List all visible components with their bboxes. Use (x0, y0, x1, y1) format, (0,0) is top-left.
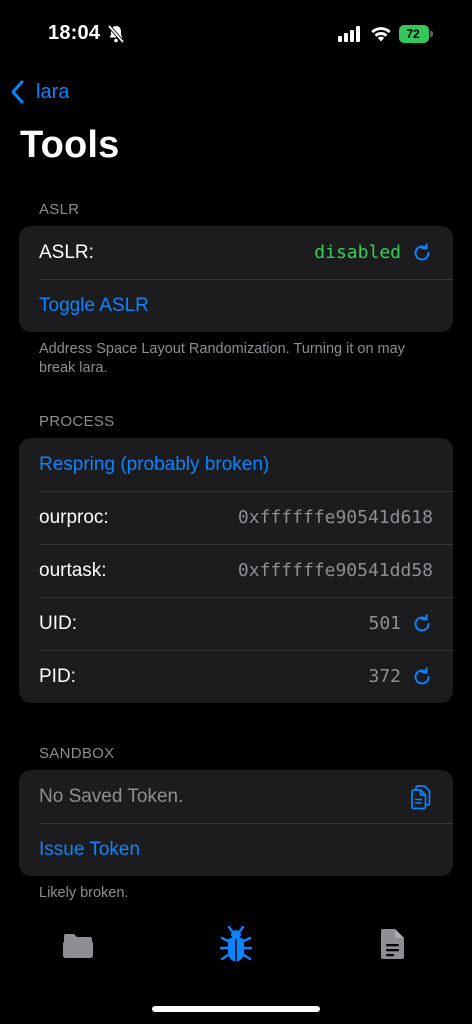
respring-button[interactable]: Respring (probably broken) (19, 438, 453, 491)
issue-token-button[interactable]: Issue Token (19, 823, 453, 876)
uid-value: 501 (368, 613, 401, 634)
page-title: Tools (20, 124, 120, 166)
status-time: 18:04 (48, 22, 101, 44)
bug-icon (219, 925, 253, 962)
tab-logs[interactable] (380, 928, 406, 965)
toggle-aslr-label: Toggle ASLR (39, 294, 149, 316)
sandbox-group: No Saved Token. Issue Token (19, 770, 453, 876)
process-group: Respring (probably broken) ourproc: 0xff… (19, 438, 453, 703)
folder-icon (63, 934, 93, 958)
section-header-sandbox: SANDBOX (39, 745, 115, 762)
ourtask-row: ourtask: 0xffffffe90541dd58 (19, 544, 453, 597)
back-button[interactable]: lara (10, 78, 69, 106)
wifi-icon (371, 27, 391, 42)
pid-value: 372 (368, 666, 401, 687)
section-header-aslr: ASLR (39, 201, 80, 218)
aslr-row: ASLR: disabled (19, 226, 453, 279)
respring-label: Respring (probably broken) (39, 453, 270, 475)
status-bar: 18:04 72 (0, 0, 472, 70)
refresh-icon[interactable] (411, 666, 433, 688)
ourproc-value: 0xffffffe90541d618 (237, 507, 433, 528)
aslr-label: ASLR: (39, 241, 94, 263)
battery-tip (430, 31, 433, 37)
aslr-value: disabled (314, 242, 401, 263)
aslr-footer: Address Space Layout Randomization. Turn… (39, 341, 405, 376)
token-status: No Saved Token. (39, 785, 184, 807)
ourproc-row: ourproc: 0xffffffe90541d618 (19, 491, 453, 544)
ourproc-label: ourproc: (39, 506, 109, 528)
token-row: No Saved Token. (19, 770, 453, 823)
cellular-signal-icon (338, 26, 360, 42)
toggle-aslr-button[interactable]: Toggle ASLR (19, 279, 453, 332)
pid-row: PID: 372 (19, 650, 453, 703)
copy-document-icon[interactable] (409, 784, 433, 810)
uid-row: UID: 501 (19, 597, 453, 650)
chevron-left-icon (11, 80, 24, 104)
tab-tools[interactable] (219, 925, 253, 969)
battery-level: 72 (406, 27, 420, 41)
back-label: lara (36, 80, 70, 103)
sandbox-footer: Likely broken. (39, 885, 129, 901)
document-icon (381, 929, 404, 959)
ourtask-value: 0xffffffe90541dd58 (237, 560, 433, 581)
refresh-icon[interactable] (411, 242, 433, 264)
issue-token-label: Issue Token (39, 838, 141, 860)
section-header-process: PROCESS (39, 413, 115, 430)
ourtask-label: ourtask: (39, 559, 107, 581)
refresh-icon[interactable] (411, 613, 433, 635)
tab-bar (0, 918, 472, 978)
aslr-group: ASLR: disabled Toggle ASLR (19, 226, 453, 332)
home-indicator (152, 1006, 320, 1012)
uid-label: UID: (39, 612, 77, 634)
bell-slash-icon (107, 24, 125, 44)
pid-label: PID: (39, 665, 76, 687)
battery-indicator: 72 (399, 25, 433, 43)
tab-files[interactable] (61, 932, 95, 965)
